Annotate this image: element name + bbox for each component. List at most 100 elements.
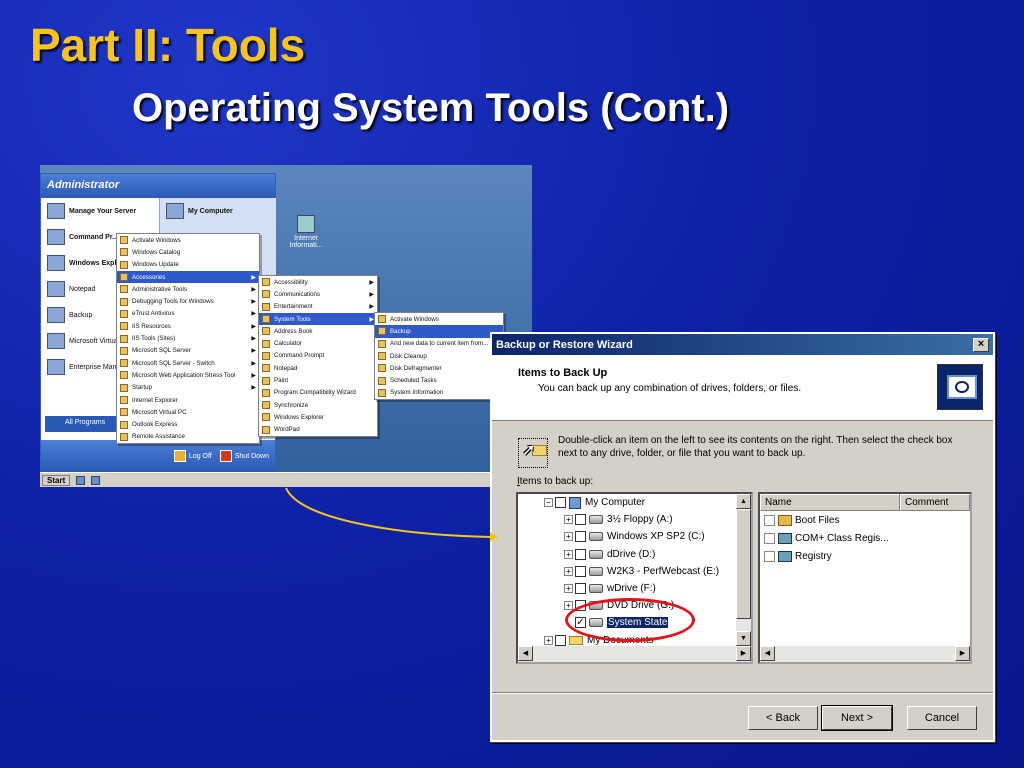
menu-item[interactable]: Outlook Express xyxy=(117,418,259,430)
backup-checkbox[interactable] xyxy=(575,531,586,543)
menu-item[interactable]: Debugging Tools for Windows ▶ xyxy=(117,295,259,307)
menu-item[interactable]: Paint xyxy=(259,374,377,386)
expand-collapse-icon[interactable]: − xyxy=(544,498,553,508)
backup-checkbox[interactable] xyxy=(764,514,775,526)
menu-item[interactable]: Activate Windows xyxy=(375,313,503,325)
backup-checkbox[interactable] xyxy=(555,497,566,509)
expand-collapse-icon[interactable]: + xyxy=(564,584,573,594)
menu-item[interactable]: Remote Assistance xyxy=(117,431,259,443)
scroll-up-icon[interactable]: ▲ xyxy=(736,494,751,509)
start-button[interactable]: Start xyxy=(42,474,71,486)
menu-item[interactable]: WordPad xyxy=(259,424,377,436)
list-item[interactable]: Boot Files xyxy=(760,511,970,529)
quick-launch-icon[interactable] xyxy=(76,475,86,485)
backup-checkbox[interactable] xyxy=(764,532,775,544)
menu-item[interactable]: System Tools ▶ xyxy=(259,312,377,326)
menu-item[interactable]: Scheduled Tasks xyxy=(375,374,503,386)
scroll-right-icon[interactable]: ▶ xyxy=(955,646,970,661)
backup-checkbox[interactable] xyxy=(555,634,566,646)
back-button[interactable]: < Back xyxy=(748,706,818,730)
list-item[interactable]: COM+ Class Regis... xyxy=(760,529,970,547)
backup-checkbox[interactable] xyxy=(575,548,586,560)
menu-item[interactable]: Program Compatibility Wizard xyxy=(259,387,377,399)
tree-horizontal-scrollbar[interactable]: ◀ ▶ xyxy=(518,646,751,662)
menu-item[interactable]: Communications ▶ xyxy=(259,288,377,300)
menu-item-icon xyxy=(378,339,386,348)
tree-row[interactable]: + W2K3 - PerfWebcast (E:) xyxy=(518,563,738,580)
list-item[interactable]: Registry xyxy=(760,547,970,565)
menu-item-icon xyxy=(262,413,270,422)
backup-checkbox[interactable] xyxy=(575,565,586,577)
shut-down-button[interactable]: Shut Down xyxy=(219,450,269,462)
menu-item[interactable]: IIS Resources ▶ xyxy=(117,320,259,332)
list-horizontal-scrollbar[interactable]: ◀ ▶ xyxy=(760,646,970,662)
menu-item[interactable]: Command Prompt xyxy=(259,350,377,362)
desktop-icon-label: Internet Informati... xyxy=(289,235,323,249)
menu-item[interactable]: And new data to current item from... xyxy=(375,338,503,350)
submenu-arrow-icon: ▶ xyxy=(251,336,256,343)
menu-item[interactable]: Microsoft Virtual PC xyxy=(117,406,259,418)
menu-item[interactable]: Microsoft SQL Server ▶ xyxy=(117,345,259,357)
submenu-arrow-icon: ▶ xyxy=(251,299,256,306)
expand-collapse-icon[interactable]: + xyxy=(564,515,573,525)
power-icon xyxy=(219,450,232,462)
menu-item[interactable]: Activate Windows xyxy=(117,234,259,246)
scroll-thumb[interactable] xyxy=(736,509,751,619)
tree-row[interactable]: − My Computer xyxy=(518,494,738,511)
scroll-left-icon[interactable]: ◀ xyxy=(518,646,533,661)
menu-item[interactable]: Disk Defragmenter xyxy=(375,362,503,374)
menu-item[interactable]: Notepad xyxy=(259,362,377,374)
menu-item[interactable]: Microsoft SQL Server - Switch ▶ xyxy=(117,357,259,369)
menu-item[interactable]: IIS Tools (Sites) ▶ xyxy=(117,332,259,344)
expand-collapse-icon[interactable]: + xyxy=(564,549,573,559)
menu-item[interactable]: Synchronize xyxy=(259,399,377,411)
menu-item[interactable]: Microsoft Web Application Stress Tool ▶ xyxy=(117,369,259,381)
cancel-button[interactable]: Cancel xyxy=(907,706,977,730)
menu-item[interactable]: Internet Explorer xyxy=(117,394,259,406)
column-comment[interactable]: Comment xyxy=(900,494,970,511)
scroll-down-icon[interactable]: ▼ xyxy=(736,631,751,646)
menu-item[interactable]: Windows Explorer xyxy=(259,411,377,423)
tree-row[interactable]: + Windows XP SP2 (C:) xyxy=(518,528,738,545)
close-icon[interactable]: × xyxy=(973,337,989,352)
next-button[interactable]: Next > xyxy=(821,705,893,731)
expand-collapse-icon[interactable]: + xyxy=(564,566,573,576)
expand-collapse-icon[interactable]: + xyxy=(564,532,573,542)
tree-row[interactable]: + dDrive (D:) xyxy=(518,546,738,563)
menu-item[interactable]: eTrust Antivirus ▶ xyxy=(117,308,259,320)
tree-row[interactable]: + wDrive (F:) xyxy=(518,580,738,597)
backup-checkbox[interactable] xyxy=(575,514,586,526)
backup-checkbox[interactable] xyxy=(575,583,586,595)
menu-item[interactable]: Accessories ▶ xyxy=(117,270,259,284)
menu-item[interactable]: Disk Cleanup xyxy=(375,350,503,362)
menu-item[interactable]: System Information xyxy=(375,387,503,399)
backup-checkbox[interactable] xyxy=(764,550,775,562)
menu-item[interactable]: Calculator xyxy=(259,337,377,349)
column-name[interactable]: Name xyxy=(760,494,900,511)
start-menu-item[interactable]: Manage Your Server xyxy=(41,198,159,224)
tree-row[interactable]: +3½ Floppy (A:) xyxy=(518,511,738,528)
menu-item[interactable]: Startup ▶ xyxy=(117,382,259,394)
menu-item[interactable]: Address Book xyxy=(259,325,377,337)
menu-item[interactable]: Entertainment ▶ xyxy=(259,301,377,313)
tree-item-label: Windows XP SP2 (C:) xyxy=(607,531,705,543)
menu-item[interactable]: Accessibility ▶ xyxy=(259,276,377,288)
contents-list[interactable]: Name Comment Boot Files COM+ Class Regis.… xyxy=(758,492,972,664)
wizard-header: Items to Back Up You can back up any com… xyxy=(492,355,993,421)
start-menu-place[interactable]: My Computer xyxy=(160,198,276,224)
expand-collapse-icon[interactable]: + xyxy=(544,635,553,645)
scroll-right-icon[interactable]: ▶ xyxy=(736,646,751,661)
start-menu-footer: Log Off Shut Down xyxy=(41,440,275,472)
menu-item[interactable]: Backup xyxy=(375,325,503,338)
submenu-arrow-icon: ▶ xyxy=(251,311,256,318)
menu-item[interactable]: Windows Catalog xyxy=(117,246,259,258)
tree-vertical-scrollbar[interactable]: ▲ ▼ xyxy=(736,494,751,646)
log-off-button[interactable]: Log Off xyxy=(173,450,212,462)
submenu-arrow-icon: ▶ xyxy=(369,291,374,298)
desktop-icon-iis[interactable]: Internet Informati... xyxy=(286,215,326,249)
menu-item[interactable]: Administrative Tools ▶ xyxy=(117,283,259,295)
menu-item-icon xyxy=(378,352,386,361)
quick-launch-icon[interactable] xyxy=(91,475,101,485)
scroll-left-icon[interactable]: ◀ xyxy=(760,646,775,661)
menu-item[interactable]: Windows Update xyxy=(117,259,259,271)
